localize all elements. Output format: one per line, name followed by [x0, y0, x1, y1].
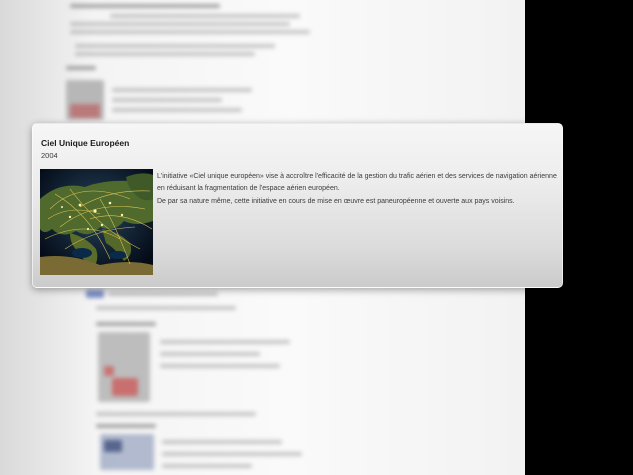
info-popup-card[interactable]: Ciel Unique Européen 2004 L'initiative «… [32, 123, 563, 288]
popup-paragraph: De par sa nature même, cette initiative … [157, 198, 515, 205]
europe-night-map-image [40, 169, 153, 275]
europe-map-graphic [40, 169, 153, 275]
popup-year: 2004 [41, 151, 58, 160]
popup-description: L'initiative «Ciel unique européen» vise… [157, 171, 557, 209]
popup-paragraph: L'initiative «Ciel unique européen» vise… [157, 173, 557, 192]
popup-title: Ciel Unique Européen [41, 138, 130, 148]
screen: Ciel Unique Européen 2004 L'initiative «… [0, 0, 633, 475]
